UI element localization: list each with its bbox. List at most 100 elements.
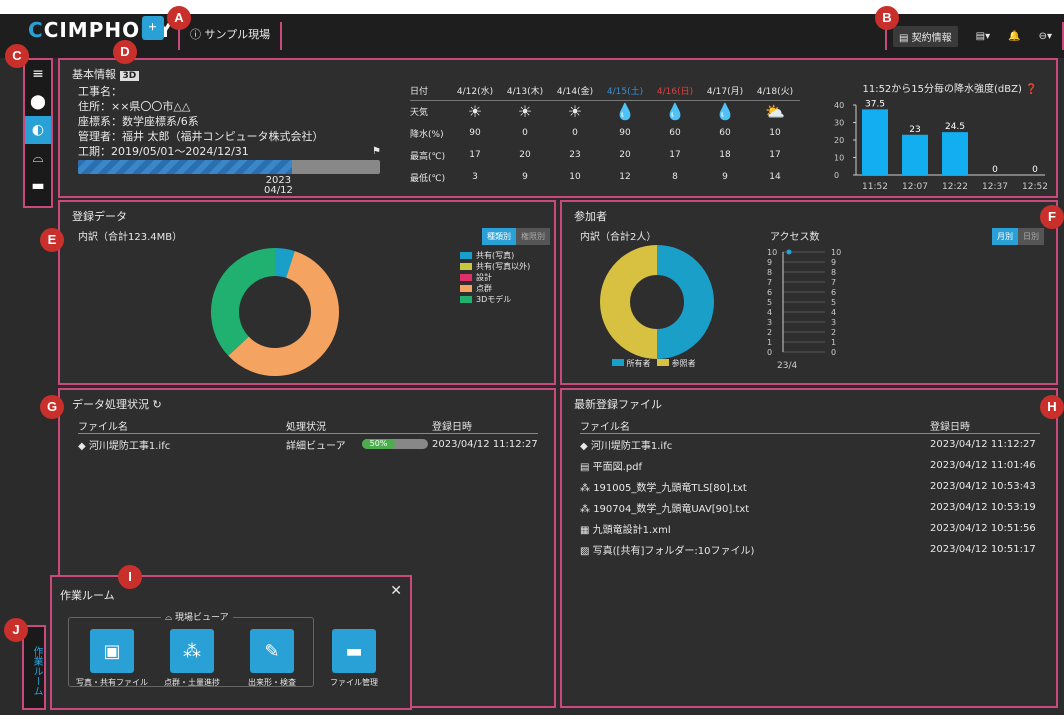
donut-slice[interactable]	[274, 248, 295, 278]
weather-date: 4/14(金)	[550, 82, 600, 101]
y-tick-right: 6	[831, 288, 836, 297]
table-row[interactable]: ◆ 河川堤防工事1.ifc 詳細ビューア 50% 2023/04/12 11:1…	[78, 434, 538, 455]
processing-table: ファイル名 処理状況 登録日時 ◆ 河川堤防工事1.ifc 詳細ビューア 50%…	[78, 418, 538, 455]
help-icon[interactable]: ❓	[1025, 84, 1037, 95]
table-row[interactable]: ⁂ 191005_数学_九頭竜TLS[80].txt 2023/04/12 10:…	[580, 476, 1040, 497]
legend-item: 共有(写真以外)	[460, 261, 530, 272]
table-row[interactable]: ◆ 河川堤防工事1.ifc 2023/04/12 11:12:27	[580, 434, 1040, 455]
toggle-by-permission[interactable]: 権限別	[516, 228, 550, 245]
toggle-daily[interactable]: 日別	[1018, 228, 1044, 245]
x-tick: 23/4	[777, 361, 797, 371]
photo-icon: ▣	[103, 640, 121, 662]
x-tick: 12:52	[1022, 182, 1048, 192]
file-date: 2023/04/12 10:51:17	[930, 544, 1036, 555]
badge-g: G	[40, 395, 64, 419]
table-row[interactable]: ⁂ 190704_数学_九頭竜UAV[90].txt 2023/04/12 10:…	[580, 497, 1040, 518]
y-tick: 30	[834, 119, 844, 128]
legend-label: 共有(写真)	[476, 251, 515, 260]
y-tick: 9	[767, 258, 772, 267]
bell-icon[interactable]: 🔔	[1008, 31, 1020, 42]
y-tick-right: 9	[831, 258, 836, 267]
donut-slice[interactable]	[600, 245, 658, 359]
legend-label: 共有(写真以外)	[476, 262, 531, 271]
period-progress	[78, 160, 380, 174]
top-right-menu: ▤ 契約情報 ▤▾ 🔔 ⊖▾	[893, 26, 1052, 47]
folder-icon: ▬	[345, 640, 363, 662]
contract-button[interactable]: ▤ 契約情報	[893, 26, 958, 47]
badge-b: B	[875, 6, 899, 30]
rain-value: 10	[769, 128, 781, 138]
y-tick: 5	[767, 298, 772, 307]
rain-value: 60	[719, 128, 731, 138]
close-icon[interactable]: ✕	[390, 583, 402, 599]
inspection-tile[interactable]: ✎	[250, 629, 294, 673]
photo-files-tile[interactable]: ▣	[90, 629, 134, 673]
3d-tag[interactable]: 3D	[119, 71, 140, 81]
dashboard-icon[interactable]: ◐	[25, 116, 51, 144]
database-icon[interactable]: ▤▾	[976, 31, 990, 42]
pointcloud-tile[interactable]: ⁂	[170, 629, 214, 673]
y-tick: 40	[834, 101, 844, 110]
weather-date: 4/12(水)	[450, 82, 500, 101]
participants-subtitle: 内訳（合計2人）	[580, 232, 657, 243]
col-date: 登録日時	[432, 422, 472, 433]
access-title: アクセス数	[770, 232, 820, 243]
project-manager: 管理者：福井 太郎（福井コンピュータ株式会社）	[78, 130, 324, 143]
helmet-icon[interactable]: ⌓	[25, 144, 51, 172]
menu-icon[interactable]: ≡	[25, 60, 51, 88]
toggle-monthly[interactable]: 月別	[992, 228, 1018, 245]
donut-slice[interactable]	[211, 248, 276, 356]
rain-value: 0	[572, 128, 578, 138]
toggle-by-type[interactable]: 種類別	[482, 228, 516, 245]
weather-icon: 💧	[665, 101, 685, 121]
file-name: ◆ 河川堤防工事1.ifc	[580, 437, 930, 452]
low-value: 3	[472, 172, 478, 182]
y-tick-right: 7	[831, 278, 836, 287]
flag-icon: ⚑	[372, 146, 381, 157]
legend-swatch	[460, 263, 472, 270]
weather-label: 天気	[410, 107, 429, 118]
file-name: ▤ 平面図.pdf	[580, 458, 930, 473]
file-name: ⁂ 190704_数学_九頭竜UAV[90].txt	[580, 500, 930, 515]
low-value: 12	[619, 172, 631, 182]
progress-day: 04/12	[264, 185, 293, 196]
high-value: 20	[619, 150, 631, 160]
x-tick: 12:07	[902, 182, 928, 192]
user-icon[interactable]: ⊖▾	[1039, 31, 1052, 42]
project-period: 工期：2019/05/01～2024/12/31	[78, 145, 249, 158]
table-row[interactable]: ▦ 九頭竜設計1.xml 2023/04/12 10:51:56	[580, 518, 1040, 539]
map-pin-icon[interactable]: ⬤	[25, 88, 51, 116]
file-name-text: 九頭竜設計1.xml	[592, 525, 671, 536]
y-tick-right: 8	[831, 268, 836, 277]
file-name-text: 河川堤防工事1.ifc	[590, 441, 673, 452]
table-row[interactable]: ▨ 写真([共有]フォルダー:10ファイル) 2023/04/12 10:51:1…	[580, 539, 1040, 560]
weather-date: 4/18(火)	[750, 82, 800, 101]
donut-slice[interactable]	[656, 245, 714, 359]
viewer-swatch	[657, 359, 670, 366]
participants-panel: 参加者 内訳（合計2人） アクセス数 月別 日別 所有者 参照者 10 10 9 9 8…	[560, 200, 1058, 385]
x-tick: 12:22	[942, 182, 968, 192]
refresh-icon[interactable]: ↻	[153, 398, 162, 411]
badge-h: H	[1040, 395, 1064, 419]
app-logo[interactable]: CCIMPHONY ＋	[28, 16, 173, 42]
y-tick: 20	[834, 136, 844, 145]
y-tick: 0	[834, 171, 839, 180]
workroom-tab[interactable]: 作業ルーム	[22, 625, 46, 710]
legend-item: 点群	[460, 283, 530, 294]
bar	[862, 109, 888, 175]
rain-value: 90	[469, 128, 481, 138]
weather-icon: 💧	[615, 101, 635, 121]
legend-swatch	[460, 274, 472, 281]
project-details: 工事名： 住所：××県〇〇市△△ 座標系：数学座標系/6系 管理者：福井 太郎（…	[78, 84, 324, 159]
table-row[interactable]: ▤ 平面図.pdf 2023/04/12 11:01:46	[580, 455, 1040, 476]
file-manage-tile[interactable]: ▬	[332, 629, 376, 673]
low-label: 最低(℃)	[410, 173, 446, 184]
site-selector[interactable]: ⓘ サンプル現場	[190, 26, 270, 42]
period-progress-fill	[78, 160, 293, 174]
file-name-text: 河川堤防工事1.ifc	[88, 441, 171, 452]
sidebar: ≡ ⬤ ◐ ⌓ ▬	[23, 58, 53, 208]
info-icon: ⓘ	[190, 28, 205, 41]
folder-icon[interactable]: ▬	[25, 172, 51, 200]
bar	[942, 132, 968, 175]
workroom-title: 作業ルーム	[60, 589, 115, 602]
